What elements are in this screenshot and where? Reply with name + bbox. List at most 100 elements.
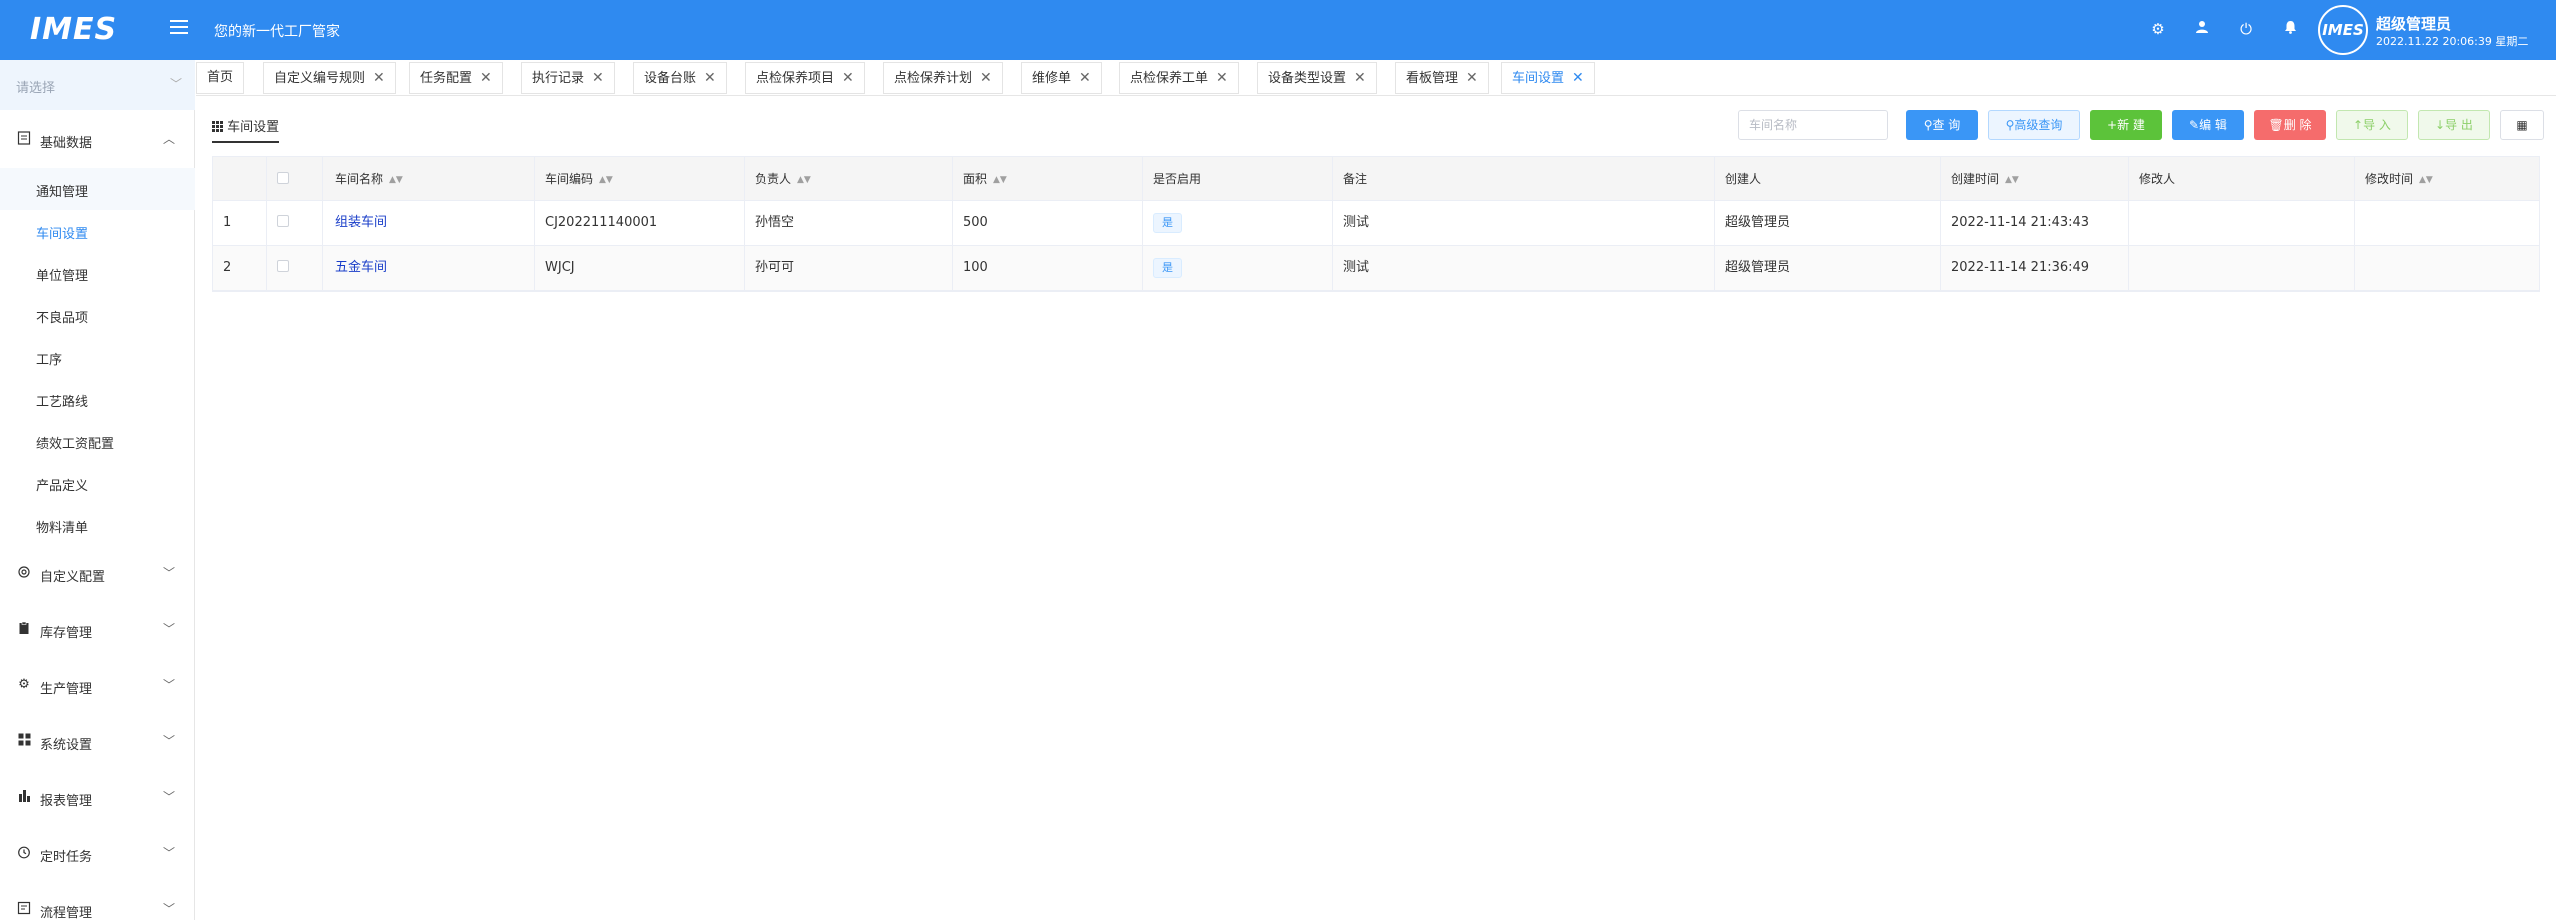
- workshop-name-link[interactable]: 五金车间: [335, 260, 387, 275]
- tab-task-config[interactable]: 任务配置 ✕: [409, 62, 503, 94]
- close-icon[interactable]: ✕: [1572, 63, 1584, 93]
- import-button[interactable]: ↑导 入: [2336, 110, 2408, 140]
- close-icon[interactable]: ✕: [1079, 63, 1091, 93]
- tab-home[interactable]: 首页: [196, 62, 245, 94]
- close-icon[interactable]: ✕: [980, 63, 992, 93]
- sidebar-group-reports[interactable]: 报表管理 ﹀: [0, 778, 195, 818]
- sidebar-group-production[interactable]: ⚙ 生产管理 ﹀: [0, 666, 195, 706]
- tab-workshop-settings[interactable]: 车间设置 ✕: [1501, 62, 1595, 94]
- cell-name[interactable]: 五金车间: [323, 246, 535, 290]
- close-icon[interactable]: ✕: [1216, 63, 1228, 93]
- header-name[interactable]: 车间名称 ▲▼: [323, 157, 535, 200]
- sort-icon[interactable]: ▲▼: [993, 158, 1007, 201]
- sidebar-item-route[interactable]: 工艺路线: [0, 378, 195, 420]
- power-icon[interactable]: ⏻: [2236, 19, 2256, 39]
- tab-label: 点检保养计划: [894, 71, 973, 86]
- tab-dashboard[interactable]: 看板管理 ✕: [1395, 62, 1489, 94]
- sidebar-group-basic-data[interactable]: 基础数据 ︿: [0, 120, 195, 160]
- sidebar-item-defect[interactable]: 不良品项: [0, 294, 195, 336]
- close-icon[interactable]: ✕: [373, 63, 385, 93]
- sidebar-group-custom[interactable]: 自定义配置 ﹀: [0, 554, 195, 594]
- row-select[interactable]: [267, 201, 323, 245]
- row-select[interactable]: [267, 246, 323, 290]
- checkbox[interactable]: [277, 171, 289, 184]
- checkbox[interactable]: [277, 214, 289, 227]
- sidebar-item-unit[interactable]: 单位管理: [0, 252, 195, 294]
- sidebar-group-system[interactable]: 系统设置 ﹀: [0, 722, 195, 762]
- sidebar-item-process[interactable]: 工序: [0, 336, 195, 378]
- workshop-name-link[interactable]: 组装车间: [335, 215, 387, 230]
- close-icon[interactable]: ✕: [480, 63, 492, 93]
- tab-repair-order[interactable]: 维修单 ✕: [1021, 62, 1102, 94]
- cell-enabled: 是: [1143, 201, 1333, 245]
- header-modified[interactable]: 修改时间 ▲▼: [2355, 157, 2539, 200]
- user-icon[interactable]: [2192, 19, 2212, 39]
- table-row[interactable]: 2 五金车间 WJCJ 孙可可 100 是 测试 超级管理员 2022-11-1…: [213, 246, 2539, 291]
- delete-button[interactable]: 🗑删 除: [2254, 110, 2326, 140]
- tab-label: 设备类型设置: [1268, 71, 1347, 86]
- sidebar-group-flow[interactable]: 流程管理 ﹀: [0, 890, 195, 920]
- table-header: 车间名称 ▲▼ 车间编码 ▲▼ 负责人 ▲▼ 面积 ▲▼ 是否启用 备注 创建人 创建时…: [213, 157, 2539, 201]
- sidebar-group-timer[interactable]: 定时任务 ﹀: [0, 834, 195, 874]
- header-area[interactable]: 面积 ▲▼: [953, 157, 1143, 200]
- user-name[interactable]: 超级管理员: [2376, 13, 2451, 34]
- sidebar-item-label: 物料清单: [36, 521, 89, 536]
- query-button[interactable]: ⚲查 询: [1906, 110, 1978, 140]
- menu-toggle-icon[interactable]: [170, 20, 188, 34]
- header-owner[interactable]: 负责人 ▲▼: [745, 157, 953, 200]
- sort-icon[interactable]: ▲▼: [2005, 158, 2019, 201]
- advanced-query-button[interactable]: ⚲高级查询: [1988, 110, 2080, 140]
- cell-owner: 孙可可: [745, 246, 953, 290]
- sort-icon[interactable]: ▲▼: [2419, 158, 2433, 201]
- sidebar-item-label: 单位管理: [36, 269, 89, 284]
- column-label: 是否启用: [1153, 172, 1202, 186]
- button-label: 查 询: [1932, 118, 1961, 132]
- sort-icon[interactable]: ▲▼: [797, 158, 811, 201]
- column-label: 备注: [1343, 172, 1368, 186]
- settings-icon[interactable]: ⚙: [2148, 19, 2168, 39]
- checkbox[interactable]: [277, 259, 289, 272]
- column-label: 车间名称: [335, 172, 384, 186]
- edit-button[interactable]: ✎编 辑: [2172, 110, 2244, 140]
- sidebar-select[interactable]: 请选择 ﹀: [0, 60, 195, 110]
- sidebar-group-inventory[interactable]: 库存管理 ﹀: [0, 610, 195, 650]
- header-enabled: 是否启用: [1143, 157, 1333, 200]
- arrow-down-icon: ↓: [2435, 118, 2446, 132]
- close-icon[interactable]: ✕: [592, 63, 604, 93]
- bell-icon[interactable]: [2280, 19, 2300, 39]
- close-icon[interactable]: ✕: [1466, 63, 1478, 93]
- sidebar-item-product[interactable]: 产品定义: [0, 462, 195, 504]
- sidebar-item-notice[interactable]: 通知管理: [0, 168, 195, 210]
- tab-inspection-items[interactable]: 点检保养项目 ✕: [745, 62, 865, 94]
- sort-icon[interactable]: ▲▼: [599, 158, 613, 201]
- sort-icon[interactable]: ▲▼: [389, 158, 403, 201]
- app-slogan: 您的新一代工厂管家: [214, 24, 340, 40]
- cell-remark: 测试: [1333, 246, 1715, 290]
- tab-device-ledger[interactable]: 设备台账 ✕: [633, 62, 727, 94]
- close-icon[interactable]: ✕: [1354, 63, 1366, 93]
- close-icon[interactable]: ✕: [704, 63, 716, 93]
- export-button[interactable]: ↓导 出: [2418, 110, 2490, 140]
- sidebar-item-salary[interactable]: 绩效工资配置: [0, 420, 195, 462]
- tab-exec-log[interactable]: 执行记录 ✕: [521, 62, 615, 94]
- tab-label: 车间设置: [1512, 71, 1565, 86]
- tab-device-type[interactable]: 设备类型设置 ✕: [1257, 62, 1377, 94]
- sidebar-item-bom[interactable]: 物料清单: [0, 504, 195, 546]
- close-icon[interactable]: ✕: [842, 63, 854, 93]
- app-logo[interactable]: IMES: [30, 12, 117, 47]
- sidebar-group-label: 基础数据: [40, 136, 93, 151]
- create-button[interactable]: +新 建: [2090, 110, 2162, 140]
- tab-custom-numbering[interactable]: 自定义编号规则 ✕: [263, 62, 396, 94]
- header-code[interactable]: 车间编码 ▲▼: [535, 157, 745, 200]
- avatar[interactable]: IMES: [2318, 5, 2368, 55]
- clipboard-icon: [16, 621, 32, 637]
- search-input[interactable]: [1738, 110, 1888, 140]
- sidebar-item-workshop[interactable]: 车间设置: [0, 210, 195, 252]
- table-row[interactable]: 1 组装车间 CJ202211140001 孙悟空 500 是 测试 超级管理员…: [213, 201, 2539, 246]
- column-settings-button[interactable]: ▦: [2500, 110, 2544, 140]
- tab-inspection-workorder[interactable]: 点检保养工单 ✕: [1119, 62, 1239, 94]
- header-created[interactable]: 创建时间 ▲▼: [1941, 157, 2129, 200]
- tab-inspection-plan[interactable]: 点检保养计划 ✕: [883, 62, 1003, 94]
- header-select-all[interactable]: [267, 157, 323, 200]
- cell-name[interactable]: 组装车间: [323, 201, 535, 245]
